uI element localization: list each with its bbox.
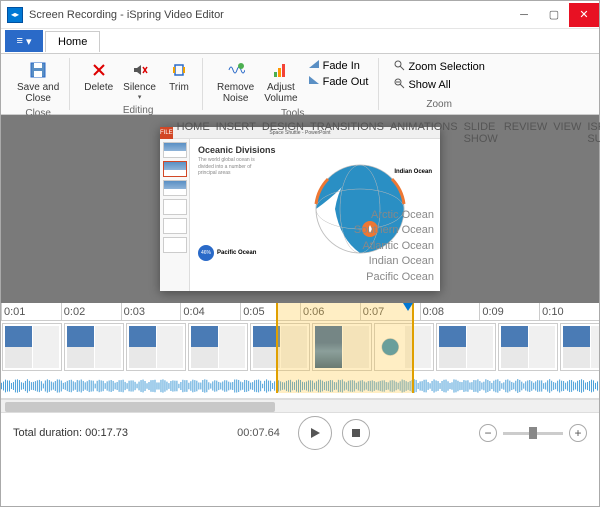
window-title: Screen Recording - iSpring Video Editor: [29, 9, 509, 21]
delete-icon: [89, 60, 109, 80]
zoom-selection-icon: [393, 59, 405, 74]
stop-button[interactable]: [342, 419, 370, 447]
fade-in-button[interactable]: Fade In: [304, 58, 373, 73]
footer: Total duration: 00:17.73 00:07.64 − +: [1, 413, 599, 453]
save-close-button[interactable]: Save and Close: [13, 58, 63, 106]
zoom-in-button[interactable]: +: [569, 424, 587, 442]
zoom-knob[interactable]: [529, 427, 537, 439]
maximize-button[interactable]: ▢: [539, 3, 569, 27]
ppt-thumbnails: [160, 139, 190, 291]
noise-icon: [226, 60, 246, 80]
remove-noise-button[interactable]: Remove Noise: [213, 58, 258, 106]
tab-home[interactable]: Home: [45, 31, 100, 52]
timeline-frame[interactable]: [312, 323, 372, 371]
trim-button[interactable]: Trim: [162, 58, 196, 95]
timeline[interactable]: 0:010:020:030:040:050:060:070:080:090:10: [1, 303, 599, 399]
adjust-volume-button[interactable]: Adjust Volume: [260, 58, 301, 106]
fade-out-icon: [308, 75, 320, 88]
fade-in-icon: [308, 59, 320, 72]
fade-out-button[interactable]: Fade Out: [304, 74, 373, 89]
play-button[interactable]: [298, 416, 332, 450]
video-preview: FILE Space Shuttle - PowerPoint HOMEINSE…: [1, 115, 599, 303]
scroll-thumb[interactable]: [5, 402, 275, 412]
timeline-frame[interactable]: [436, 323, 496, 371]
playhead-icon[interactable]: [403, 303, 413, 311]
timeline-frame[interactable]: [498, 323, 558, 371]
volume-icon: [271, 60, 291, 80]
timeline-frame[interactable]: [250, 323, 310, 371]
zoom-selection-button[interactable]: Zoom Selection: [389, 58, 488, 75]
save-icon: [28, 60, 48, 80]
timeline-waveform[interactable]: [1, 373, 599, 399]
ppt-ribbon: FILE Space Shuttle - PowerPoint HOMEINSE…: [160, 127, 440, 139]
file-menu-button[interactable]: ≡▾: [5, 30, 43, 52]
zoom-slider[interactable]: [503, 432, 563, 435]
timeline-filmstrip[interactable]: [1, 321, 599, 373]
zoom-control: − +: [479, 424, 587, 442]
timeline-frame[interactable]: [126, 323, 186, 371]
zoom-out-button[interactable]: −: [479, 424, 497, 442]
silence-button[interactable]: Silence ▾: [119, 58, 160, 103]
ppt-file-tab: FILE: [160, 127, 173, 139]
app-icon: ◂▸: [7, 7, 23, 23]
current-time: 00:07.64: [237, 427, 280, 439]
close-button[interactable]: ✕: [569, 3, 599, 27]
menu-bar: ≡▾ Home: [1, 29, 599, 53]
show-all-icon: [393, 77, 405, 92]
ribbon-group-zoom: Zoom Selection Show All Zoom: [383, 58, 494, 110]
timeline-frame[interactable]: [64, 323, 124, 371]
timeline-scrollbar[interactable]: [1, 399, 599, 413]
timeline-frame[interactable]: [188, 323, 248, 371]
total-duration: Total duration: 00:17.73: [13, 427, 128, 439]
ribbon-group-tools: Remove Noise Adjust Volume Fade In Fade …: [207, 58, 379, 110]
titlebar: ◂▸ Screen Recording - iSpring Video Edit…: [1, 1, 599, 29]
show-all-button[interactable]: Show All: [389, 76, 488, 93]
silence-icon: [130, 60, 150, 80]
ribbon: Save and Close Close Delete Silence ▾ Tr…: [1, 53, 599, 115]
timeline-frame[interactable]: [560, 323, 599, 371]
timeline-ruler[interactable]: 0:010:020:030:040:050:060:070:080:090:10: [1, 303, 599, 321]
minimize-button[interactable]: ─: [509, 3, 539, 27]
trim-icon: [169, 60, 189, 80]
ribbon-group-close: Save and Close Close: [7, 58, 70, 110]
timeline-frame[interactable]: [374, 323, 434, 371]
timeline-frame[interactable]: [2, 323, 62, 371]
ribbon-group-editing: Delete Silence ▾ Trim Editing: [74, 58, 203, 110]
preview-content: FILE Space Shuttle - PowerPoint HOMEINSE…: [160, 127, 440, 291]
ppt-slide: Oceanic Divisions The world global ocean…: [190, 139, 440, 291]
delete-button[interactable]: Delete: [80, 58, 117, 95]
